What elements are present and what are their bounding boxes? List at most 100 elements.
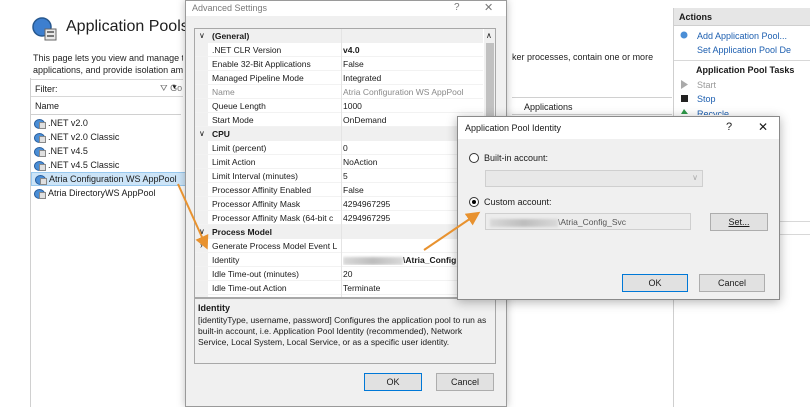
ok-button[interactable]: OK [622,274,688,292]
page-description-right: ker processes, contain one or more [512,52,654,62]
pool-name: Atria Configuration WS AppPool [49,174,177,184]
pool-name: .NET v2.0 [48,118,88,128]
title-bar: Advanced Settings ? ✕ [186,1,506,16]
app-pool-icon [34,160,46,171]
chevron-down-icon[interactable]: ∨ [199,227,205,236]
category-process-model[interactable]: ∨ Process Model [195,225,483,239]
dialog-title: Advanced Settings [192,3,268,13]
play-icon [681,80,688,89]
pool-name: .NET v2.0 Classic [48,132,120,142]
property-row[interactable]: Processor Affinity Enabled False [195,183,483,197]
help-button[interactable]: ? [454,2,460,13]
add-application-pool-link[interactable]: Add Application Pool... [697,31,787,41]
property-row[interactable]: Processor Affinity Mask (64-bit c 4294967… [195,211,483,225]
app-pool-icon [34,146,46,157]
recycle-link[interactable]: Recycle... [697,109,737,115]
property-key: Generate Process Model Event L [212,241,338,251]
property-row[interactable]: Limit Interval (minutes) 5 [195,169,483,183]
property-row[interactable]: › Generate Process Model Event L [195,239,483,253]
chevron-down-icon[interactable]: ∨ [199,31,205,40]
help-button[interactable]: ? [726,121,732,133]
filter-label: Filter: [35,84,58,94]
property-value: v4.0 [343,45,360,55]
column-header-applications[interactable]: Applications [512,97,672,115]
divider [674,60,810,61]
category-label: Process Model [212,227,272,237]
list-item[interactable]: .NET v2.0 [31,116,186,130]
close-button[interactable]: ✕ [484,1,493,14]
property-key: Processor Affinity Mask [212,199,301,209]
property-key: Limit (percent) [212,143,267,153]
property-row[interactable]: Start Mode OnDemand [195,113,483,127]
column-splitter[interactable] [341,29,342,297]
redacted-domain [490,218,558,227]
list-item[interactable]: Atria DirectoryWS AppPool [31,186,186,200]
builtin-account-label: Built-in account: [484,153,549,163]
description-title: Identity [198,303,231,313]
property-row[interactable]: Idle Time-out (minutes) 20 [195,267,483,281]
property-row[interactable]: Enable 32-Bit Applications False [195,57,483,71]
property-row[interactable]: Queue Length 1000 [195,99,483,113]
app-pool-icon [35,174,47,185]
chevron-up-icon[interactable]: ∧ [486,31,492,40]
custom-account-radio[interactable] [469,197,479,207]
title-bar: Application Pool Identity ? ✕ [458,117,779,139]
property-key: Name [212,87,235,97]
category-label: (General) [212,31,250,41]
property-row[interactable]: Processor Affinity Mask 4294967295 [195,197,483,211]
set-pool-defaults-link[interactable]: Set Application Pool De [697,45,791,55]
property-row[interactable]: Name Atria Configuration WS AppPool [195,85,483,99]
property-row[interactable]: Idle Time-out Action Terminate [195,281,483,295]
chevron-right-icon[interactable]: › [200,241,203,250]
list-item-selected[interactable]: Atria Configuration WS AppPool [31,172,186,186]
application-pools-icon [32,17,57,41]
category-general[interactable]: ∨ (General) [195,29,483,43]
property-row[interactable]: .NET CLR Version v4.0 [195,43,483,57]
property-value: False [343,59,364,69]
custom-account-field: \Atria_Config_Svc [485,213,691,230]
go-button[interactable]: ⛛ Go [160,83,182,94]
actions-header: Actions [674,8,810,26]
redacted-domain [343,256,403,265]
builtin-account-radio[interactable] [469,153,479,163]
set-account-button[interactable]: Set... [710,213,768,231]
cancel-button[interactable]: Cancel [699,274,765,292]
pool-tasks-header: Application Pool Tasks [696,65,795,75]
recycle-icon [681,109,688,114]
ok-button[interactable]: OK [364,373,422,391]
stop-icon [681,95,688,102]
cancel-button[interactable]: Cancel [436,373,494,391]
go-label: Go [170,83,183,93]
property-key: Identity [212,255,240,265]
category-cpu[interactable]: ∨ CPU [195,127,483,141]
pool-name: .NET v4.5 [48,146,88,156]
property-key: .NET CLR Version [212,45,282,55]
stop-link[interactable]: Stop [697,94,716,104]
pool-name: .NET v4.5 Classic [48,160,120,170]
property-key: Start Mode [212,115,254,125]
list-item[interactable]: .NET v2.0 Classic [31,130,186,144]
property-row[interactable]: Managed Pipeline Mode Integrated [195,71,483,85]
property-value: 1000 [343,101,362,111]
property-grid[interactable]: ∨ (General) .NET CLR Version v4.0 Enable … [194,28,496,298]
property-key: Processor Affinity Mask (64-bit c [212,213,334,223]
property-row-identity[interactable]: Identity \Atria_Config [195,253,483,267]
chevron-down-icon[interactable]: ∨ [199,129,205,138]
property-key: Limit Interval (minutes) [212,171,298,181]
start-link[interactable]: Start [697,80,716,90]
property-value: Integrated [343,73,382,83]
column-header-label: Applications [524,102,573,112]
column-header-name[interactable]: Name [31,98,181,115]
identity-value-text: \Atria_Config [403,255,457,265]
custom-account-label: Custom account: [484,197,552,207]
property-row[interactable]: Limit Action NoAction [195,155,483,169]
list-item[interactable]: .NET v4.5 Classic [31,158,186,172]
property-row[interactable]: Limit (percent) 0 [195,141,483,155]
list-item[interactable]: .NET v4.5 [31,144,186,158]
custom-account-value: \Atria_Config_Svc [558,217,627,227]
app-pool-icon [34,118,46,129]
property-key: Limit Action [212,157,256,167]
close-button[interactable]: ✕ [758,120,768,134]
property-value: Atria Configuration WS AppPool [343,87,464,97]
property-key: Managed Pipeline Mode [212,73,304,83]
